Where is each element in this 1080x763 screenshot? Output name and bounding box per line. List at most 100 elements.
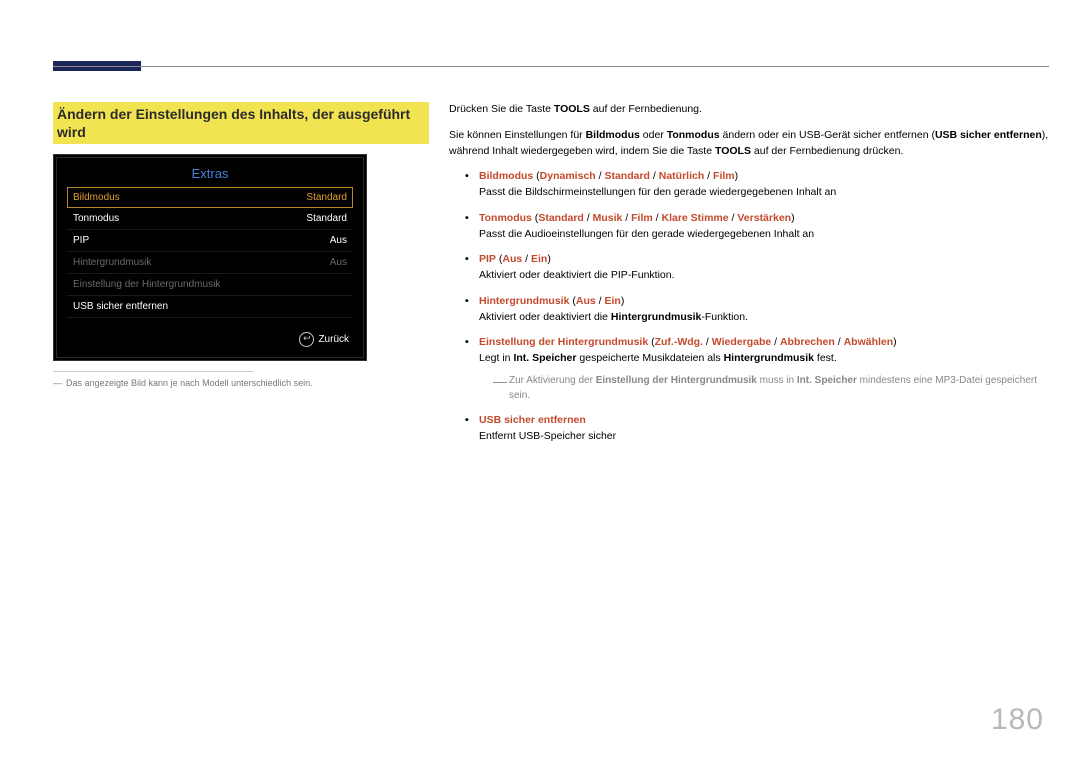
- tv-row-label: Hintergrundmusik: [73, 257, 151, 268]
- tv-osd-inner: Extras Bildmodus Standard Tonmodus Stand…: [56, 157, 364, 358]
- t: fest.: [814, 352, 837, 364]
- t: Int. Speicher: [513, 352, 576, 364]
- tv-row-pip: PIP Aus: [67, 230, 353, 252]
- desc: Aktiviert oder deaktiviert die PIP-Funkt…: [479, 269, 675, 281]
- bullet-icon: •: [465, 294, 469, 310]
- tv-row-value: Aus: [330, 235, 347, 246]
- tv-row-value: Standard: [306, 192, 347, 203]
- desc: Passt die Bildschirmeinstellungen für de…: [479, 186, 836, 198]
- text: Sie können Einstellungen für: [449, 129, 586, 141]
- text: ändern oder ein USB-Gerät sicher entfern…: [720, 129, 935, 141]
- t: Einstellung der Hintergrundmusik: [479, 336, 648, 348]
- feature-bildmodus: • Bildmodus (Dynamisch / Standard / Natü…: [449, 169, 1049, 201]
- tv-row-label: USB sicher entfernen: [73, 301, 168, 312]
- intro-paragraph-1: Drücken Sie die Taste TOOLS auf der Fern…: [449, 102, 1049, 118]
- bullet-icon: •: [465, 169, 469, 185]
- text: Tonmodus: [667, 129, 720, 141]
- t: /: [622, 212, 631, 224]
- feature-usb-entfernen: • USB sicher entfernen Entfernt USB-Spei…: [449, 413, 1049, 445]
- t: USB sicher entfernen: [479, 414, 586, 426]
- left-column: Ändern der Einstellungen des Inhalts, de…: [53, 102, 429, 454]
- t: Klare Stimme: [661, 212, 728, 224]
- text: Bildmodus: [586, 129, 640, 141]
- t: Aus: [576, 295, 596, 307]
- tv-row-label: Einstellung der Hintergrundmusik: [73, 279, 220, 290]
- text: TOOLS: [715, 145, 751, 157]
- tv-row-label: PIP: [73, 235, 89, 246]
- t: /: [704, 170, 713, 182]
- t: Ein: [604, 295, 620, 307]
- t: Int. Speicher: [797, 375, 857, 386]
- t: Aus: [502, 253, 522, 265]
- tv-row-value: Aus: [330, 257, 347, 268]
- feature-hintergrundmusik: • Hintergrundmusik (Aus / Ein) Aktiviert…: [449, 294, 1049, 326]
- t: /: [650, 170, 659, 182]
- horizontal-rule: [53, 66, 1049, 67]
- return-icon: ↩: [299, 332, 314, 347]
- t: Standard: [604, 170, 650, 182]
- feature-einstellung-hm: • Einstellung der Hintergrundmusik (Zuf.…: [449, 335, 1049, 403]
- footnote-text: Das angezeigte Bild kann je nach Modell …: [66, 378, 313, 388]
- t: muss in: [757, 375, 797, 386]
- t: Tonmodus: [479, 212, 532, 224]
- t: /: [703, 336, 712, 348]
- tools-label: TOOLS: [554, 103, 590, 115]
- bullet-icon: •: [465, 413, 469, 429]
- t: Natürlich: [659, 170, 705, 182]
- t: Ein: [531, 253, 547, 265]
- tv-row-einstellung-hm: Einstellung der Hintergrundmusik: [67, 274, 353, 296]
- t: Dynamisch: [540, 170, 596, 182]
- t: ): [893, 336, 897, 348]
- t: ): [547, 253, 551, 265]
- image-footnote: ―Das angezeigte Bild kann je nach Modell…: [53, 378, 429, 388]
- section-heading: Ändern der Einstellungen des Inhalts, de…: [53, 102, 429, 144]
- t: Film: [713, 170, 735, 182]
- t: Aktiviert oder deaktiviert die: [479, 311, 611, 323]
- t: Hintergrundmusik: [611, 311, 701, 323]
- content-columns: Ändern der Einstellungen des Inhalts, de…: [53, 102, 1049, 454]
- t: PIP: [479, 253, 496, 265]
- bullet-icon: •: [465, 335, 469, 351]
- tv-row-usb-entfernen: USB sicher entfernen: [67, 296, 353, 318]
- t: gespeicherte Musikdateien als: [576, 352, 723, 364]
- tv-row-bildmodus: Bildmodus Standard: [67, 187, 353, 208]
- t: ): [735, 170, 739, 182]
- t: Standard: [538, 212, 584, 224]
- t: Hintergrundmusik: [724, 352, 814, 364]
- bullet-icon: •: [465, 252, 469, 268]
- t: ): [621, 295, 625, 307]
- tv-row-value: Standard: [306, 213, 347, 224]
- desc: Entfernt USB-Speicher sicher: [479, 430, 616, 442]
- t: ): [791, 212, 795, 224]
- t: Abwählen: [844, 336, 894, 348]
- t: /: [835, 336, 844, 348]
- feature-tonmodus: • Tonmodus (Standard / Musik / Film / Kl…: [449, 211, 1049, 243]
- tv-row-label: Bildmodus: [73, 192, 120, 203]
- text: Drücken Sie die Taste: [449, 103, 554, 115]
- note: ― Zur Aktivierung der Einstellung der Hi…: [479, 373, 1049, 403]
- bullet-icon: •: [465, 211, 469, 227]
- tv-osd-panel: Extras Bildmodus Standard Tonmodus Stand…: [53, 154, 367, 361]
- t: Zuf.-Wdg.: [655, 336, 703, 348]
- feature-list: • Bildmodus (Dynamisch / Standard / Natü…: [449, 169, 1049, 444]
- t: Film: [631, 212, 653, 224]
- t: Hintergrundmusik: [479, 295, 569, 307]
- tv-row-tonmodus: Tonmodus Standard: [67, 208, 353, 230]
- t: -Funktion.: [701, 311, 748, 323]
- dash-icon: ―: [493, 371, 507, 392]
- tv-row-label: Tonmodus: [73, 213, 119, 224]
- t: Legt in: [479, 352, 513, 364]
- t: /: [771, 336, 780, 348]
- tv-osd-footer: ↩ Zurück: [67, 318, 353, 351]
- t: Bildmodus: [479, 170, 533, 182]
- right-column: Drücken Sie die Taste TOOLS auf der Fern…: [449, 102, 1049, 454]
- t: Zur Aktivierung der: [509, 375, 596, 386]
- tv-row-hintergrundmusik: Hintergrundmusik Aus: [67, 252, 353, 274]
- feature-pip: • PIP (Aus / Ein) Aktiviert oder deaktiv…: [449, 252, 1049, 284]
- text: auf der Fernbedienung drücken.: [751, 145, 903, 157]
- tv-footer-label: Zurück: [318, 334, 349, 345]
- t: Verstärken: [737, 212, 791, 224]
- text: USB sicher entfernen: [935, 129, 1042, 141]
- t: Abbrechen: [780, 336, 835, 348]
- t: Einstellung der Hintergrundmusik: [596, 375, 757, 386]
